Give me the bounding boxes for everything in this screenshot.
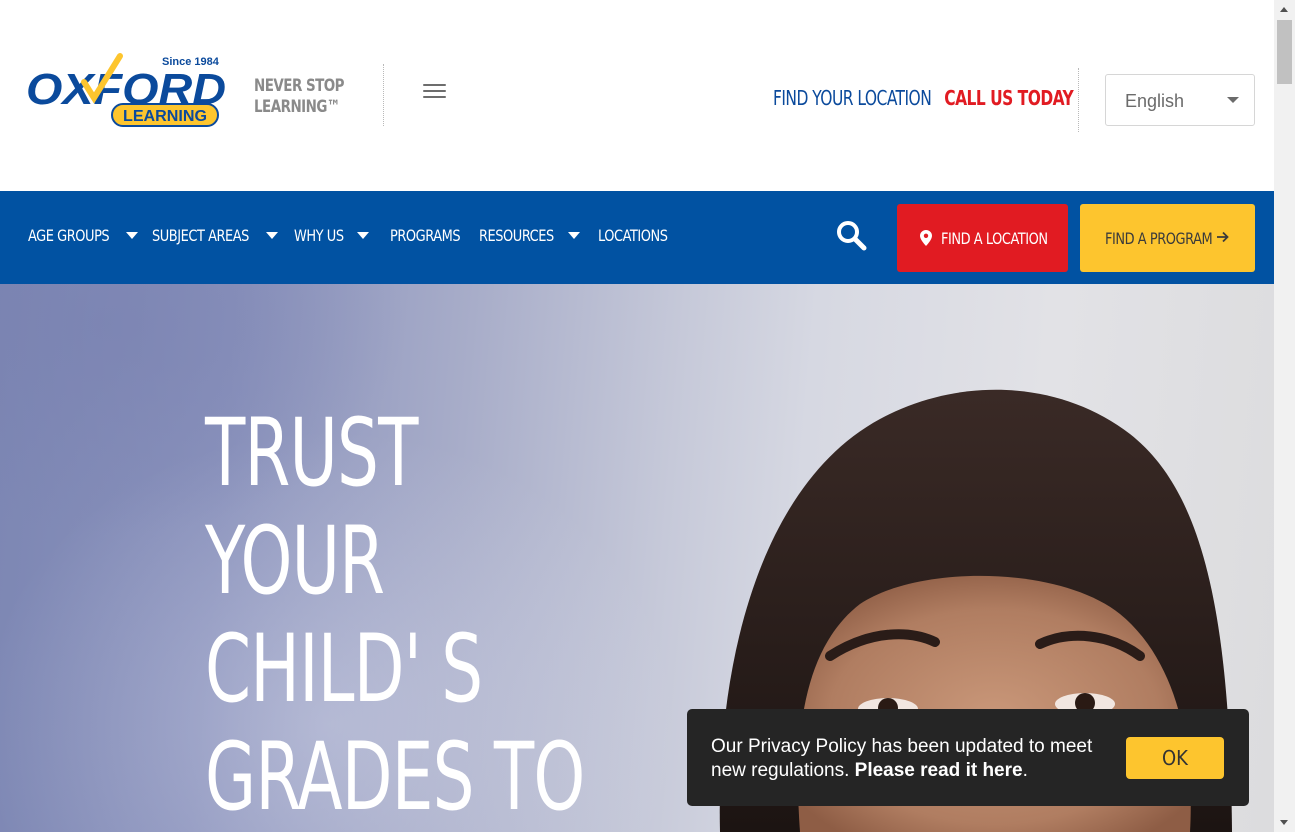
chevron-down-icon (1227, 97, 1239, 103)
search-icon[interactable] (835, 219, 867, 251)
scrollbar-thumb[interactable] (1277, 20, 1292, 84)
language-value: English (1125, 91, 1185, 111)
hero-line: YOUR (205, 507, 385, 616)
scroll-down-arrow-icon[interactable] (1274, 815, 1295, 832)
divider (383, 64, 384, 126)
map-pin-icon (920, 230, 932, 246)
find-a-program-button[interactable]: FIND A PROGRAM (1080, 204, 1255, 272)
tagline: NEVER STOP LEARNING™ (254, 76, 345, 118)
main-nav: AGE GROUPS SUBJECT AREAS WHY US PROGRAMS… (0, 191, 1274, 284)
language-select[interactable]: English (1105, 74, 1255, 126)
find-your-location-link[interactable]: FIND YOUR LOCATION (773, 86, 932, 110)
tagline-line2: LEARNING™ (254, 97, 340, 117)
arrow-right-icon (1217, 231, 1229, 243)
find-a-location-button[interactable]: FIND A LOCATION (897, 204, 1068, 272)
nav-item-why-us[interactable]: WHY US (294, 226, 370, 245)
logo-learning: LEARNING (123, 108, 207, 125)
divider (1078, 68, 1079, 132)
nav-label: AGE GROUPS (28, 226, 110, 245)
hero-line: TRUST (205, 399, 418, 508)
hero-line: GRADES TO (205, 723, 585, 832)
nav-item-programs[interactable]: PROGRAMS (390, 226, 468, 245)
privacy-policy-banner: Our Privacy Policy has been updated to m… (687, 709, 1249, 806)
nav-item-locations[interactable]: LOCATIONS (598, 226, 675, 245)
hero-headline: TRUST YOUR CHILD' S GRADES TO (205, 400, 585, 832)
nav-item-resources[interactable]: RESOURCES (479, 226, 581, 245)
privacy-message: Our Privacy Policy has been updated to m… (711, 736, 1093, 781)
nav-label: SUBJECT AREAS (152, 226, 249, 245)
nav-item-subject-areas[interactable]: SUBJECT AREAS (152, 226, 278, 245)
find-a-program-label: FIND A PROGRAM (1105, 229, 1213, 248)
caret-down-icon (265, 232, 278, 239)
caret-down-icon (568, 232, 581, 239)
tagline-line1: NEVER STOP (254, 76, 345, 96)
caret-down-icon (126, 232, 139, 239)
caret-down-icon (357, 232, 370, 239)
oxford-learning-logo[interactable]: Since 1984 OXFORD LEARNING (24, 52, 234, 132)
scrollbar[interactable] (1274, 0, 1295, 832)
hero-line: CHILD' S (205, 615, 483, 724)
site-header: Since 1984 OXFORD LEARNING NEVER STOP LE… (0, 0, 1274, 191)
nav-label: RESOURCES (479, 226, 554, 245)
header-links: FIND YOUR LOCATION CALL US TODAY (773, 86, 1074, 110)
ok-button[interactable]: OK (1126, 737, 1224, 779)
privacy-policy-link[interactable]: Please read it here (855, 760, 1023, 781)
scroll-up-arrow-icon[interactable] (1274, 0, 1295, 17)
call-us-today-link[interactable]: CALL US TODAY (944, 86, 1073, 110)
nav-item-age-groups[interactable]: AGE GROUPS (28, 226, 139, 245)
find-a-location-label: FIND A LOCATION (941, 229, 1048, 248)
nav-label: PROGRAMS (390, 226, 461, 245)
hamburger-icon[interactable] (423, 84, 446, 102)
nav-label: LOCATIONS (598, 226, 668, 245)
nav-label: WHY US (294, 226, 344, 245)
